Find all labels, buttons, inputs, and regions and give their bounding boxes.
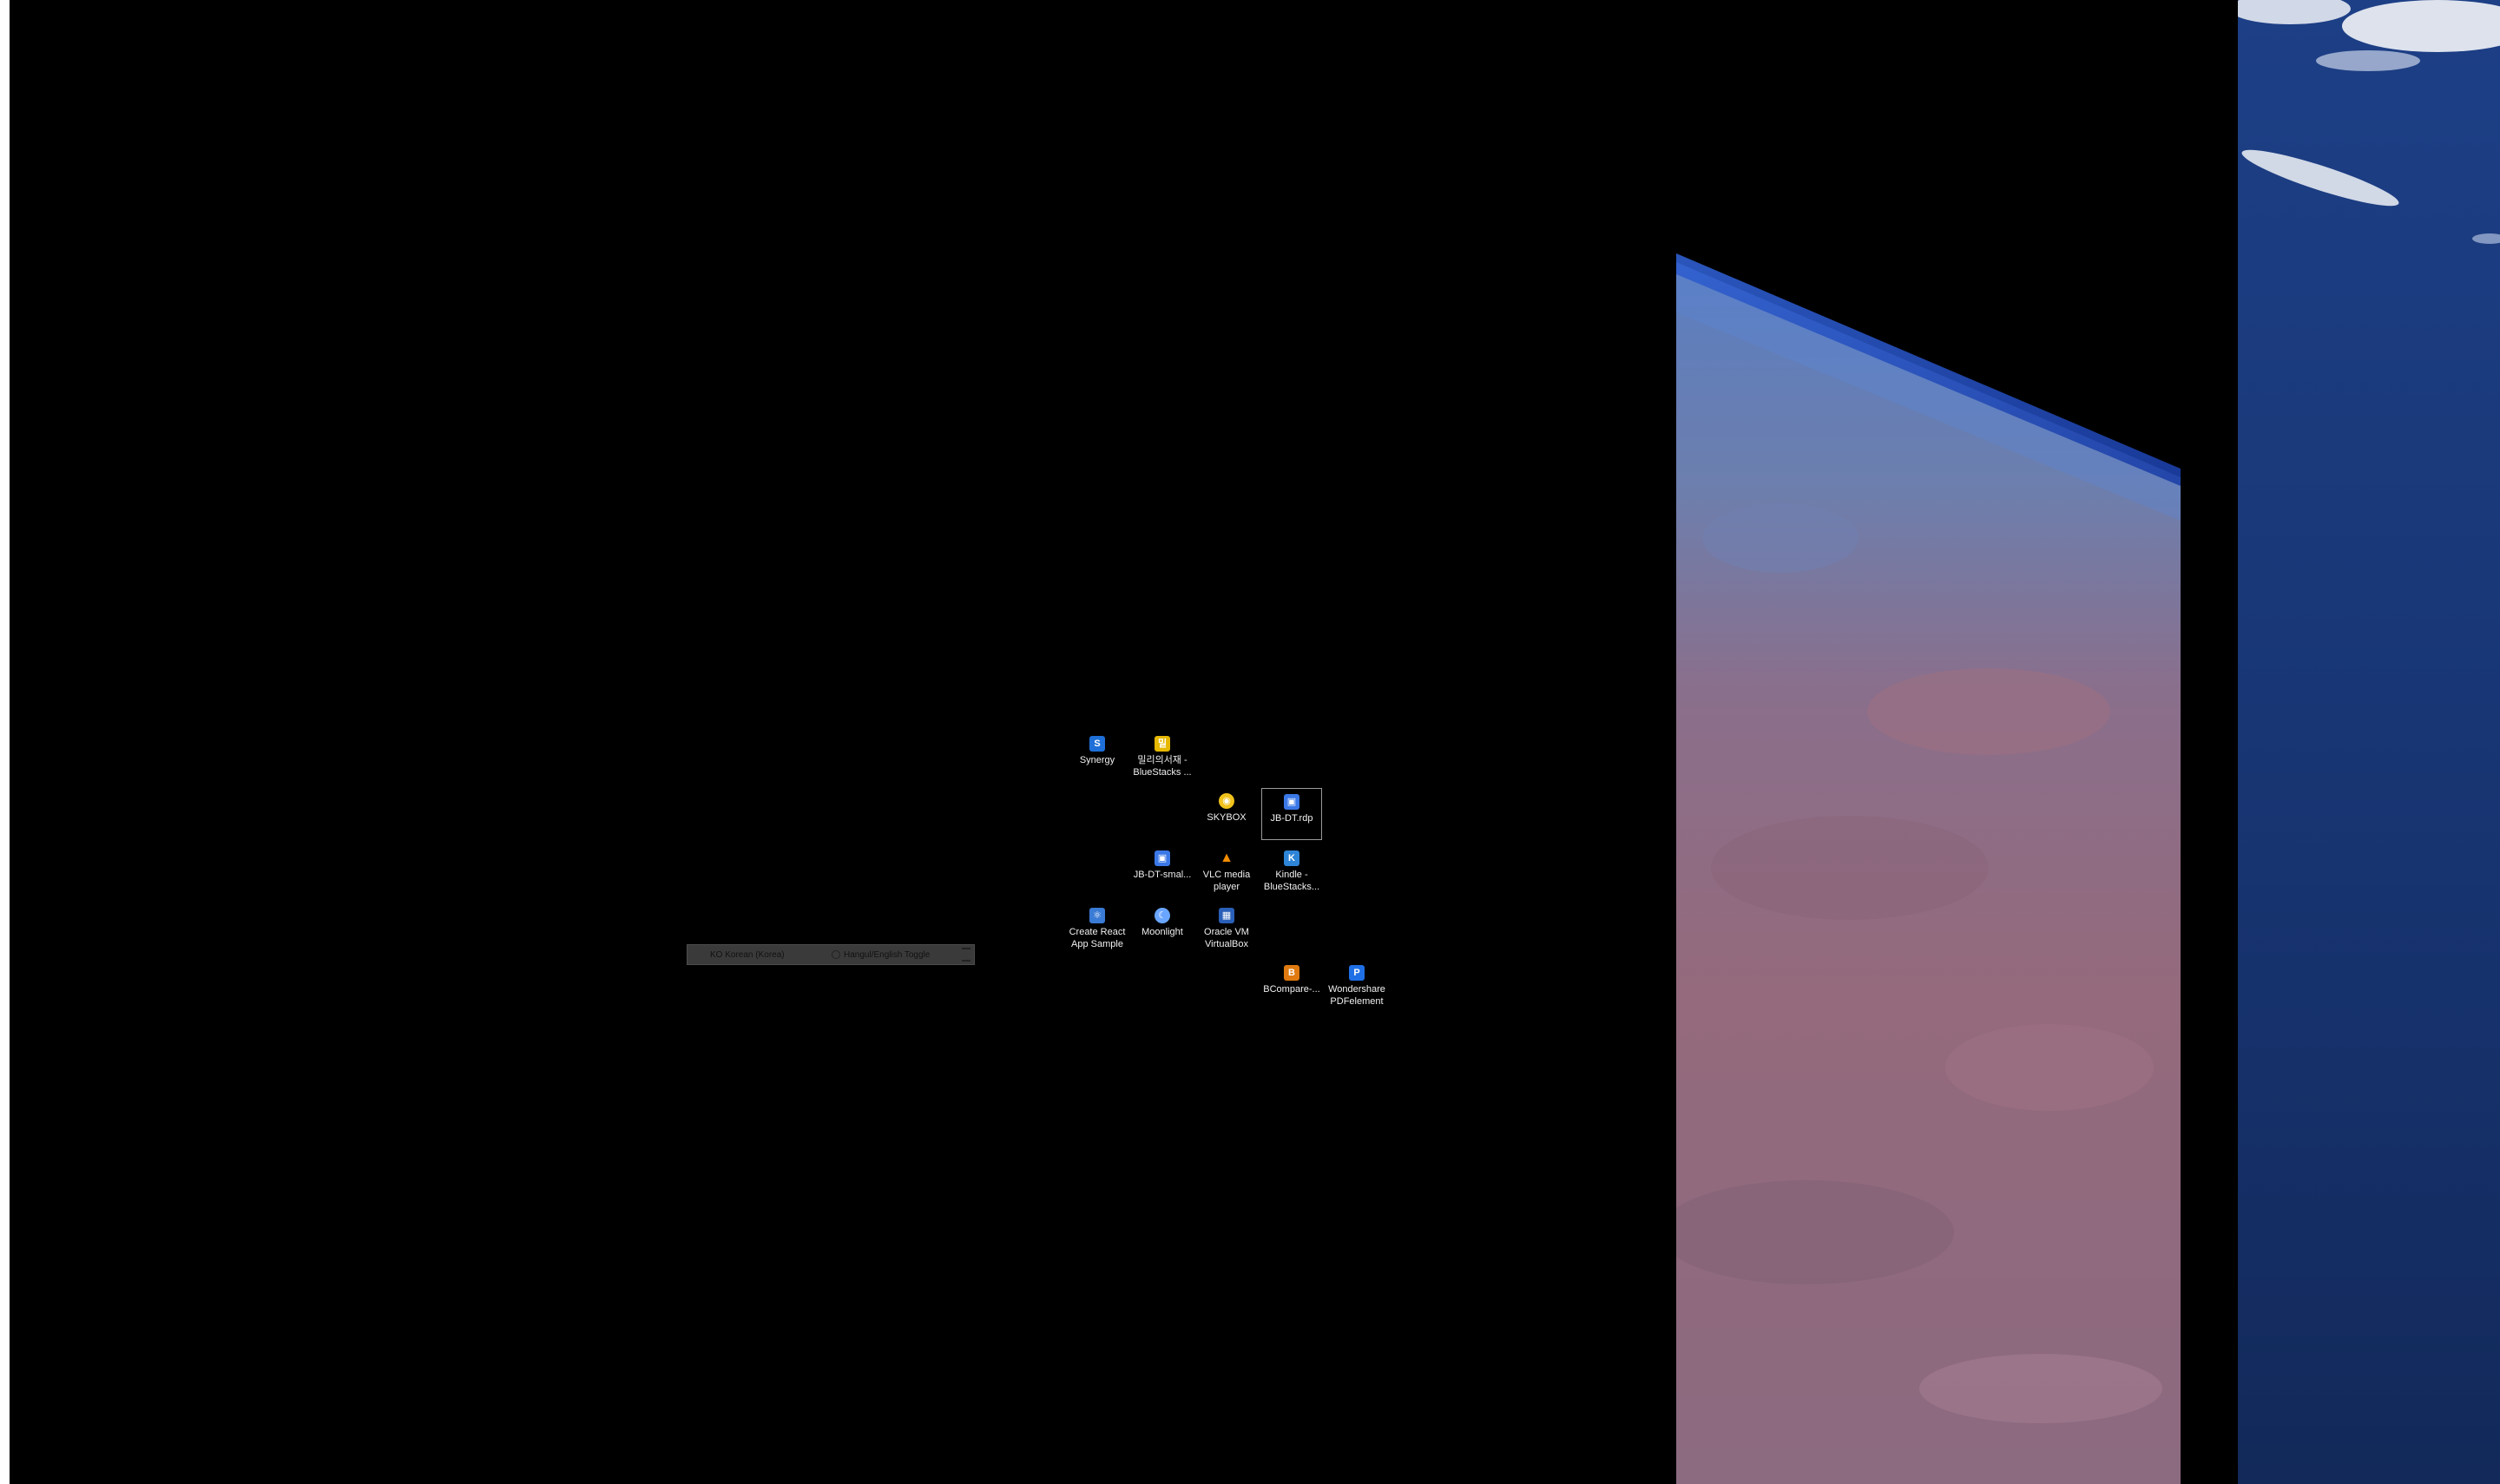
desktop-icon-label: Create React App Sample [1069,927,1126,949]
left-screen-edge [0,0,10,1484]
desktop-icon-label: Kindle - BlueStacks... [1263,870,1320,892]
desktop-icon-label: SKYBOX [1207,812,1247,823]
remote-desktop-icon: ▣ [1155,850,1170,866]
language-indicator[interactable]: KO Korean (Korea) [710,950,832,960]
pdfelement-icon: P [1349,965,1365,981]
bcompare-icon: B [1284,965,1299,981]
ime-toggle-icon[interactable] [832,950,840,959]
vlc-cone-icon: ▲ [1220,850,1234,865]
screen-gap [2181,0,2238,1484]
moonlight-icon: ☾ [1155,908,1170,923]
desktop-icon-vlc[interactable]: ▲ VLC media player [1196,845,1257,897]
desktop-icon-moonlight[interactable]: ☾ Moonlight [1132,903,1193,955]
desktop-icon-skybox[interactable]: ◉ SKYBOX [1196,788,1257,840]
desktop-icon-virtualbox[interactable]: ▦ Oracle VM VirtualBox [1196,903,1257,955]
desktop-main[interactable] [10,0,1676,1484]
desktop-icon-jbdt-small[interactable]: ▣ JB-DT-smal... [1132,845,1193,897]
synergy-icon: S [1089,736,1105,752]
desktop-icon-label: JB-DT.rdp [1270,813,1313,824]
skybox-icon: ◉ [1219,793,1234,809]
grip-handle-icon[interactable] [962,948,970,962]
desktop-icon-synergy[interactable]: S Synergy [1067,731,1128,783]
bluestacks-app-icon: 밀 [1155,736,1170,752]
desktop-icon-label: VLC media player [1202,870,1251,892]
kindle-bluestacks-icon: K [1284,850,1299,866]
desktop-icon-label: Synergy [1079,755,1115,765]
desktop-icon-label: JB-DT-smal... [1133,870,1192,880]
desktop-icon-label: 밀리의서재 - BlueStacks ... [1133,755,1192,778]
input-mode-toggle[interactable]: Hangul/English Toggle [844,950,957,960]
clouds-over-ocean-image [2238,0,2500,244]
desktop-icon-millie[interactable]: 밀 밀리의서재 - BlueStacks ... [1132,731,1193,783]
desktop-icon-create-react[interactable]: ⚛ Create React App Sample [1067,903,1128,955]
desktop-icon-jbdt-rdp[interactable]: ▣ JB-DT.rdp [1261,788,1322,840]
earth-horizon-image [1676,0,2181,1484]
desktop-icon-bcompare[interactable]: B BCompare-... [1261,960,1322,1012]
desktop-icon-label: BCompare-... [1263,984,1320,995]
desktop-icon-label: Wondershare PDFelement [1328,984,1385,1007]
desktop-icon-pdfelement[interactable]: P Wondershare PDFelement [1326,960,1387,1012]
desktop-icon-label: Oracle VM VirtualBox [1204,927,1249,949]
virtualbox-icon: ▦ [1219,908,1234,923]
desktop-icon-kindle[interactable]: K Kindle - BlueStacks... [1261,845,1322,897]
language-bar[interactable]: KO Korean (Korea) Hangul/English Toggle [687,944,975,965]
app-shortcut-icon: ⚛ [1089,908,1105,923]
desktop-icon-label: Moonlight [1141,927,1183,937]
ocean-wallpaper-panel [2238,0,2500,1484]
earth-wallpaper-panel [1676,0,2181,1484]
remote-desktop-icon: ▣ [1284,794,1299,810]
